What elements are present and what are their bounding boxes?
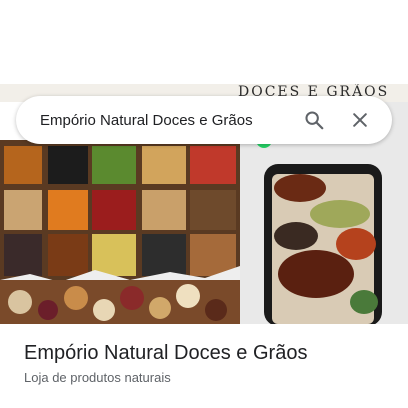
nuts-photo [0,280,240,324]
place-category: Loja de produtos naturais [24,370,171,385]
close-icon[interactable] [340,100,380,140]
search-icon[interactable] [294,100,334,140]
search-bar[interactable]: Empório Natural Doces e Grãos [16,96,392,144]
place-title: Empório Natural Doces e Grãos [24,342,308,364]
search-input[interactable]: Empório Natural Doces e Grãos [40,112,288,129]
